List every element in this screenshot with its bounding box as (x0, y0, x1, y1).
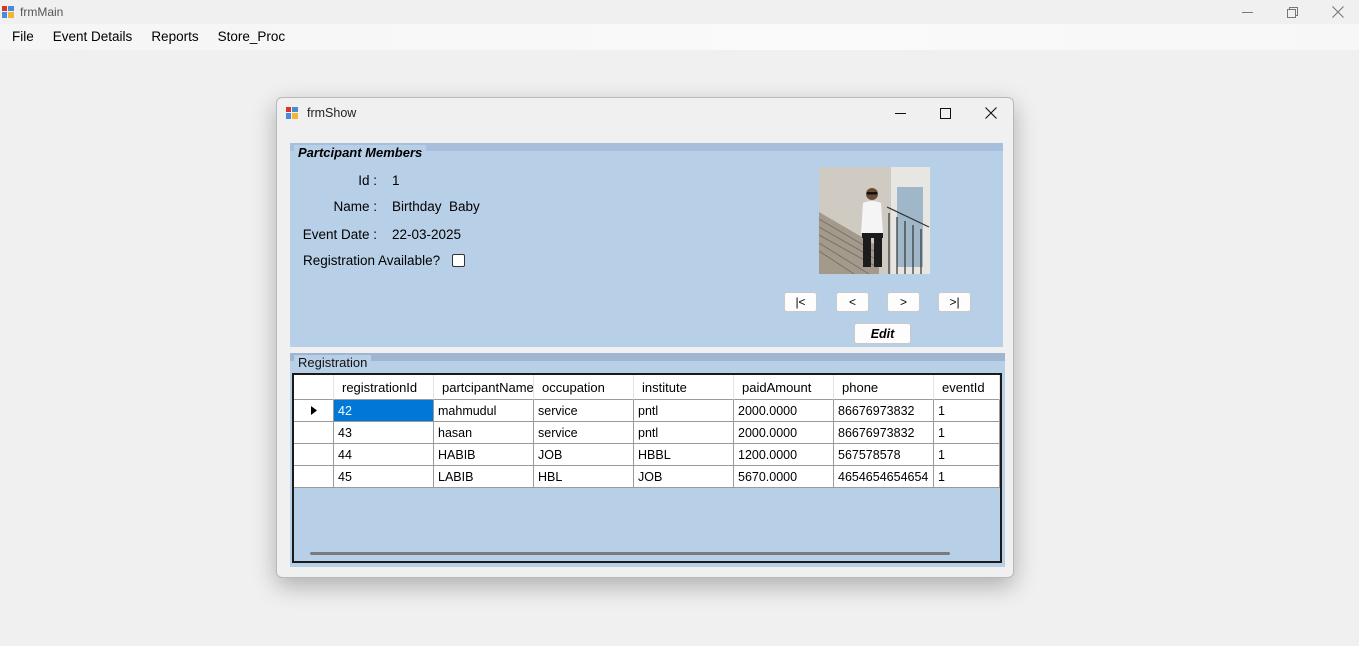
cell-phone[interactable]: 86676973832 (834, 422, 934, 444)
table-row[interactable]: 45 LABIB HBL JOB 5670.0000 4654654654654… (294, 466, 1000, 488)
menu-bar: File Event Details Reports Store_Proc (0, 24, 1359, 50)
next-record-button[interactable]: > (887, 292, 920, 312)
horizontal-scrollbar[interactable] (310, 552, 950, 555)
name-value: Birthday Baby (392, 199, 480, 214)
child-minimize-button[interactable] (878, 100, 922, 126)
registration-available-label: Registration Available? (303, 253, 441, 268)
row-header[interactable] (294, 466, 334, 488)
cell-eventid[interactable]: 1 (934, 444, 1000, 466)
cell-institute[interactable]: pntl (634, 422, 734, 444)
cell-registrationid[interactable]: 44 (334, 444, 434, 466)
cell-registrationid[interactable]: 43 (334, 422, 434, 444)
id-value: 1 (392, 173, 400, 188)
participant-photo-image (819, 167, 930, 274)
minimize-button[interactable] (1224, 0, 1270, 24)
event-date-label: Event Date : (302, 227, 377, 242)
participant-members-legend: Partcipant Members (294, 145, 427, 160)
id-label: Id : (358, 173, 377, 188)
cell-registrationid[interactable]: 45 (334, 466, 434, 488)
cell-occupation[interactable]: service (534, 422, 634, 444)
column-header-phone[interactable]: phone (834, 375, 934, 400)
close-icon (985, 107, 997, 119)
cell-paidamount[interactable]: 2000.0000 (734, 400, 834, 422)
cell-institute[interactable]: HBBL (634, 444, 734, 466)
cell-occupation[interactable]: service (534, 400, 634, 422)
current-row-arrow-icon (310, 406, 317, 415)
menu-reports[interactable]: Reports (143, 24, 206, 50)
cell-paidamount[interactable]: 1200.0000 (734, 444, 834, 466)
cell-partcipantname[interactable]: mahmudul (434, 400, 534, 422)
cell-partcipantname[interactable]: hasan (434, 422, 534, 444)
previous-record-button[interactable]: < (836, 292, 869, 312)
grid-header-row: registrationId partcipantName occupation… (294, 375, 1000, 400)
main-window-title: frmMain (20, 5, 64, 19)
menu-store-proc[interactable]: Store_Proc (210, 24, 294, 50)
registration-grid[interactable]: registrationId partcipantName occupation… (292, 373, 1002, 563)
minimize-icon (1241, 11, 1253, 13)
cell-phone[interactable]: 567578578 (834, 444, 934, 466)
cell-registrationid[interactable]: 42 (334, 400, 434, 422)
maximize-icon (939, 107, 951, 119)
registration-legend: Registration (294, 355, 372, 370)
child-window-title: frmShow (307, 106, 357, 120)
cell-institute[interactable]: pntl (634, 400, 734, 422)
cell-phone[interactable]: 86676973832 (834, 400, 934, 422)
restore-button[interactable] (1269, 0, 1315, 24)
name-label: Name : (333, 199, 377, 214)
cell-eventid[interactable]: 1 (934, 422, 1000, 444)
menu-event-details[interactable]: Event Details (45, 24, 141, 50)
cell-partcipantname[interactable]: LABIB (434, 466, 534, 488)
child-app-icon (286, 107, 298, 119)
grid-corner-header (294, 375, 334, 400)
cell-partcipantname[interactable]: HABIB (434, 444, 534, 466)
column-header-eventid[interactable]: eventId (934, 375, 1000, 400)
column-header-occupation[interactable]: occupation (534, 375, 634, 400)
close-icon (1332, 6, 1344, 18)
registration-available-checkbox[interactable] (452, 254, 465, 267)
event-date-value: 22-03-2025 (392, 227, 462, 242)
child-titlebar: frmShow (277, 98, 1013, 128)
cell-eventid[interactable]: 1 (934, 400, 1000, 422)
table-row[interactable]: 44 HABIB JOB HBBL 1200.0000 567578578 1 (294, 444, 1000, 466)
restore-icon (1286, 6, 1298, 18)
edit-button[interactable]: Edit (854, 323, 911, 344)
row-header[interactable] (294, 422, 334, 444)
first-record-button[interactable]: |< (784, 292, 817, 312)
child-close-button[interactable] (969, 100, 1013, 126)
main-titlebar: frmMain (0, 0, 1359, 24)
row-header-current[interactable] (294, 400, 334, 422)
cell-paidamount[interactable]: 5670.0000 (734, 466, 834, 488)
cell-occupation[interactable]: JOB (534, 444, 634, 466)
registration-group: Registration registrationId partcipantNa… (290, 353, 1005, 567)
column-header-registrationid[interactable]: registrationId (334, 375, 434, 400)
cell-occupation[interactable]: HBL (534, 466, 634, 488)
table-row[interactable]: 42 mahmudul service pntl 2000.0000 86676… (294, 400, 1000, 422)
participant-members-group: Partcipant Members Id : 1 Name : Birthda… (290, 143, 1003, 347)
column-header-partcipantname[interactable]: partcipantName (434, 375, 534, 400)
cell-institute[interactable]: JOB (634, 466, 734, 488)
participant-photo (819, 167, 930, 274)
menu-file[interactable]: File (4, 24, 42, 50)
row-header[interactable] (294, 444, 334, 466)
table-row[interactable]: 43 hasan service pntl 2000.0000 86676973… (294, 422, 1000, 444)
cell-eventid[interactable]: 1 (934, 466, 1000, 488)
column-header-institute[interactable]: institute (634, 375, 734, 400)
cell-phone[interactable]: 4654654654654 (834, 466, 934, 488)
close-button[interactable] (1315, 0, 1359, 24)
column-header-paidamount[interactable]: paidAmount (734, 375, 834, 400)
app-icon (2, 6, 14, 18)
child-maximize-button[interactable] (923, 100, 967, 126)
frmshow-window: frmShow Partcipant Members Id : 1 Name :… (276, 97, 1014, 578)
cell-paidamount[interactable]: 2000.0000 (734, 422, 834, 444)
last-record-button[interactable]: >| (938, 292, 971, 312)
minimize-icon (894, 112, 906, 114)
